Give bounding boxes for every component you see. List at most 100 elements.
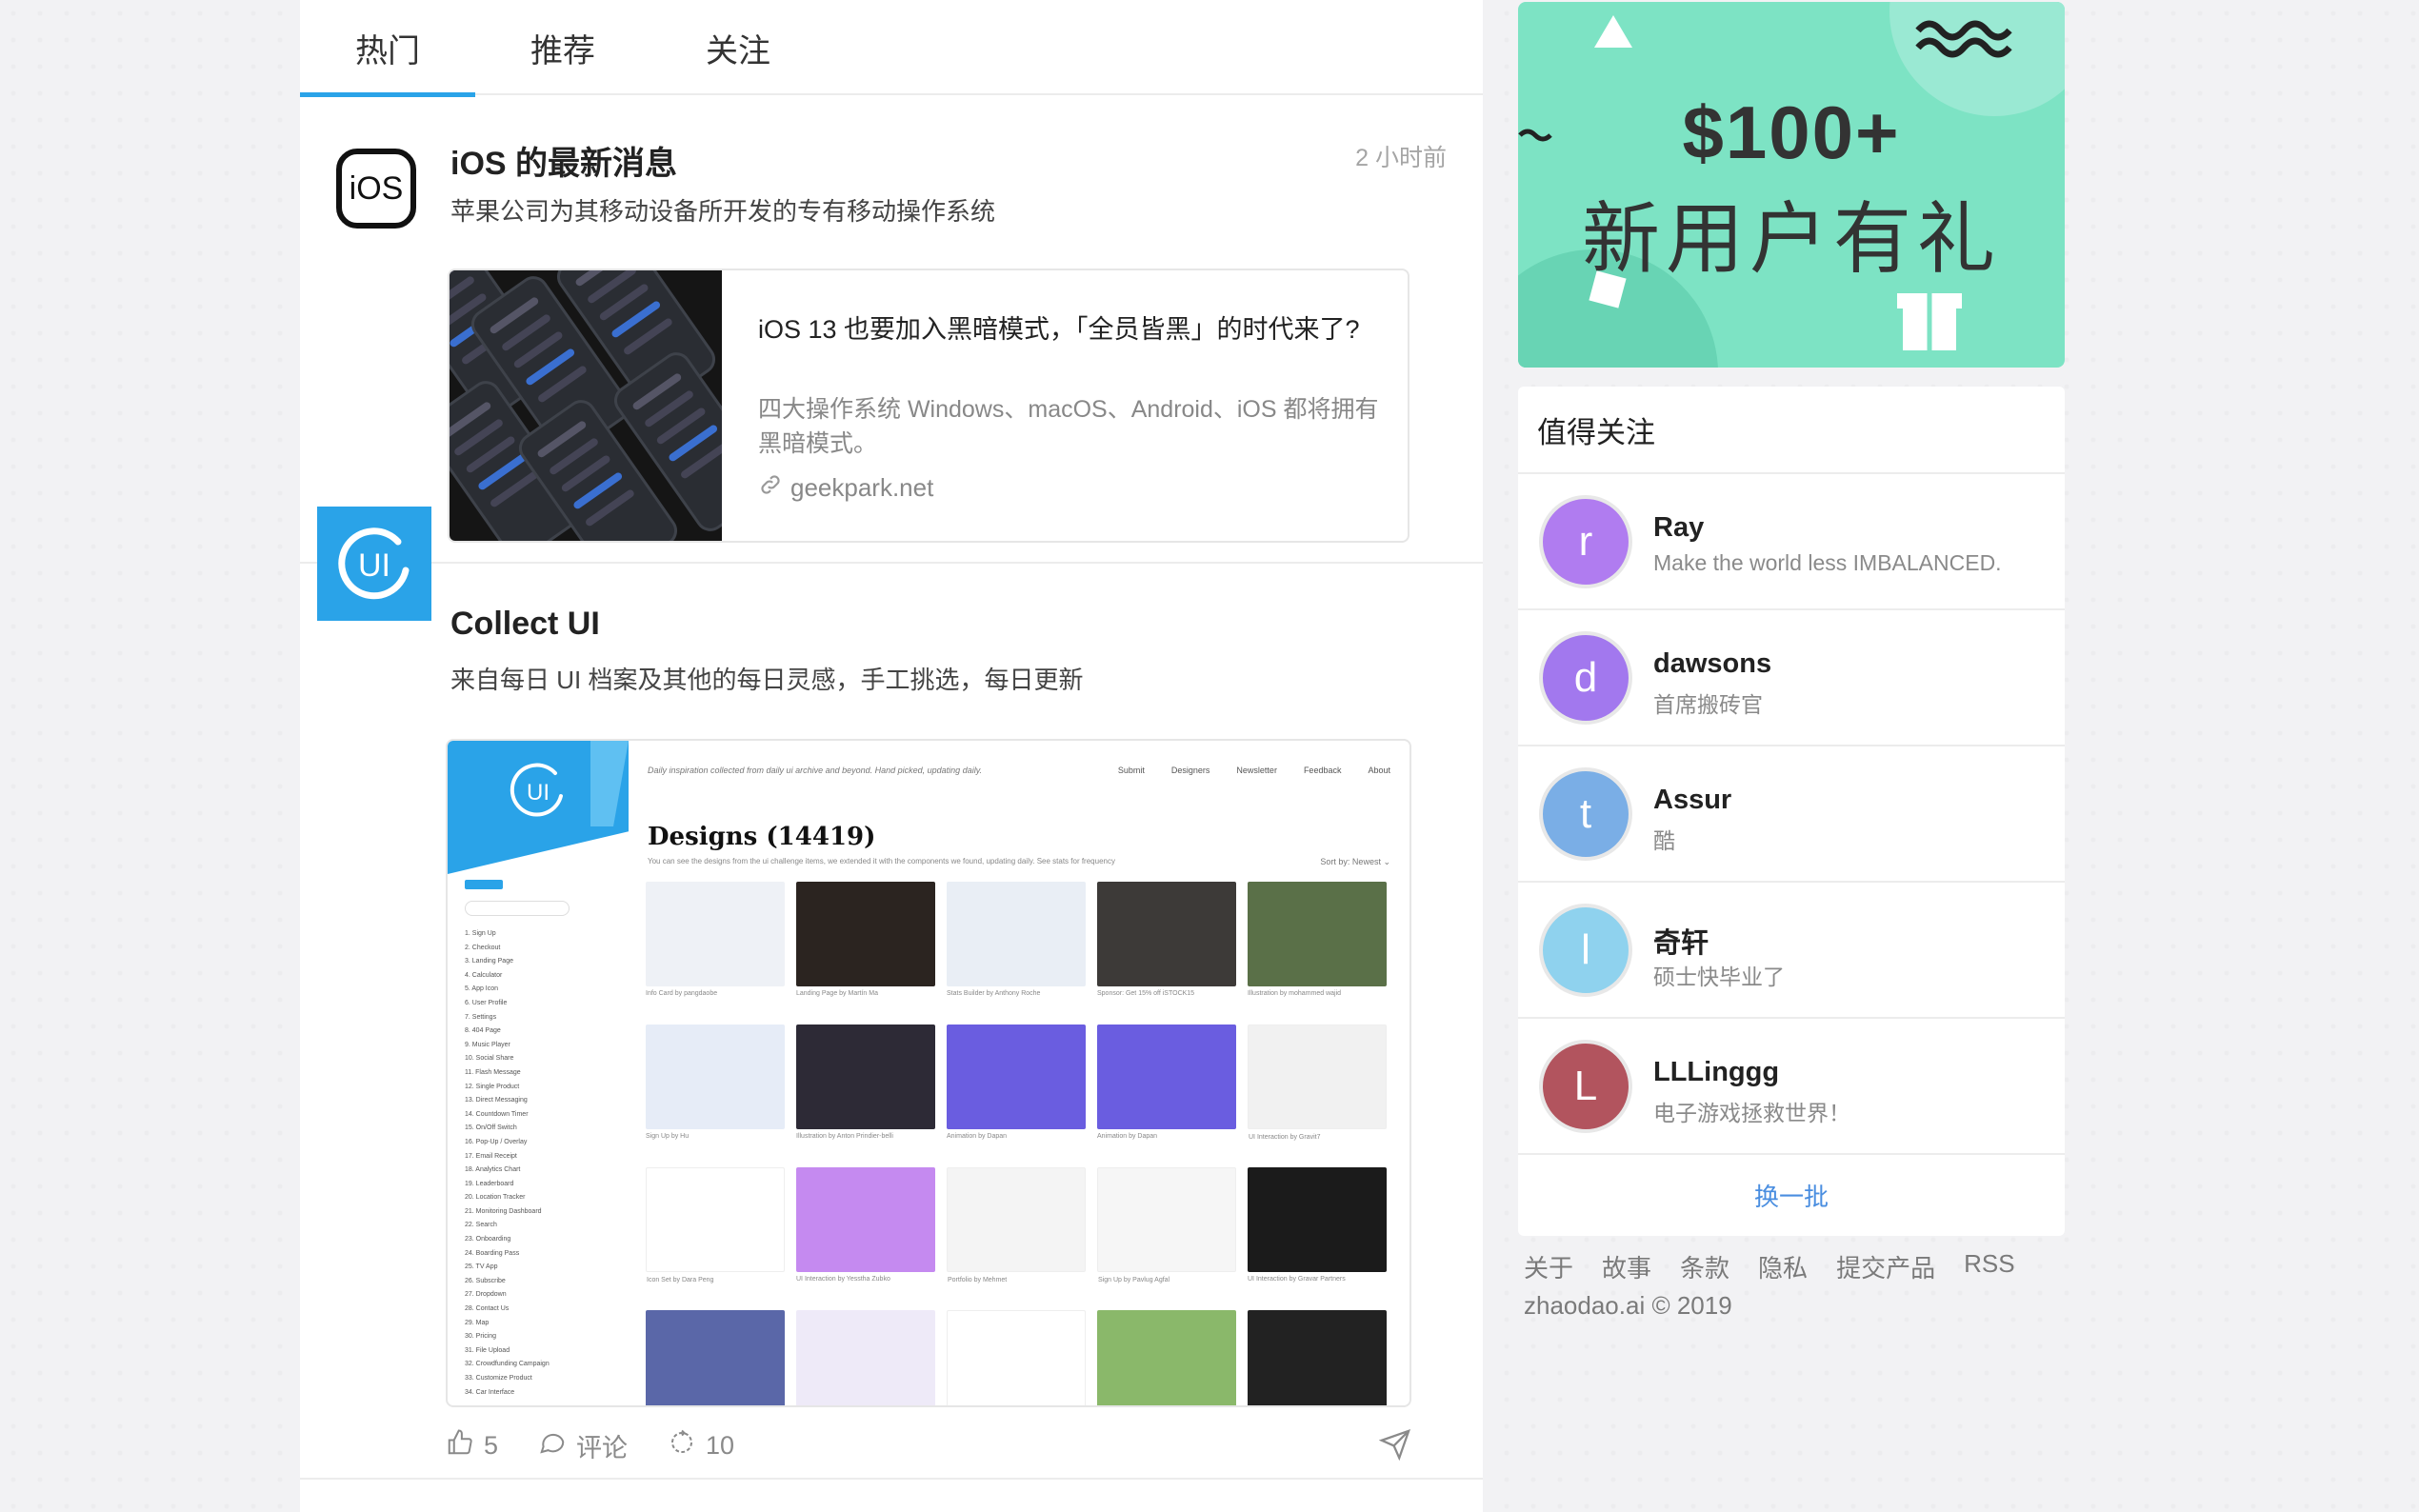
user-name[interactable]: LLLinggg — [1653, 1057, 1779, 1088]
design-thumbnail: UI Interaction by Gravar Partners — [1248, 1167, 1387, 1283]
shot-category-item: 14. Countdown Timer — [465, 1110, 529, 1118]
shot-category-item: 29. Map — [465, 1319, 490, 1326]
link-title: iOS 13 也要加入黑暗模式，「全员皆黑」的时代来了? — [758, 315, 1360, 344]
design-thumbnail: Animation by Dapan — [947, 1025, 1086, 1140]
shot-category-item: 33. Customize Product — [465, 1375, 532, 1382]
comment-label: 评论 — [576, 1433, 629, 1462]
avatar[interactable]: t — [1539, 767, 1632, 861]
design-caption: Illustration by mohammed wajid — [1248, 990, 1342, 997]
design-caption: Animation by Dapan — [1097, 1133, 1158, 1140]
design-caption: Landing Page by Martín Ma — [796, 990, 878, 997]
paper-plane-icon — [1378, 1428, 1411, 1466]
svg-text:UI: UI — [527, 780, 550, 806]
design-thumbnail — [1248, 1310, 1387, 1405]
panel-title: 值得关注 — [1518, 387, 2065, 474]
footer-link-privacy[interactable]: 隐私 — [1758, 1249, 1808, 1284]
design-thumbnail — [646, 1310, 785, 1405]
shot-category-item: 16. Pop-Up / Overlay — [465, 1138, 528, 1145]
user-name[interactable]: 奇轩 — [1653, 921, 1709, 961]
footer-link-rss[interactable]: RSS — [1964, 1249, 2014, 1284]
shot-category-item: 15. On/Off Switch — [465, 1124, 517, 1132]
promo-banner[interactable]: $100+ 新用户有礼 — [1518, 2, 2065, 368]
shot-heading: Designs (14419) — [648, 823, 876, 851]
design-caption: Sponsor: Get 15% off iSTOCK15 — [1097, 990, 1195, 997]
user-row[interactable]: r Ray Make the world less IMBALANCED. — [1518, 474, 2065, 610]
shot-nav-item: Designers — [1170, 766, 1210, 775]
footer-links: 关于 故事 条款 隐私 提交产品 RSS — [1524, 1249, 2015, 1284]
shot-category-item: 7. Settings — [465, 1013, 497, 1021]
post-screenshot[interactable]: UI Daily inspiration collected from dail… — [446, 739, 1411, 1407]
footer-link-submit[interactable]: 提交产品 — [1836, 1249, 1935, 1284]
user-name[interactable]: Assur — [1653, 785, 1731, 816]
user-bio: 首席搬砖官 — [1653, 692, 1763, 717]
footer-link-story[interactable]: 故事 — [1602, 1249, 1651, 1284]
design-thumbnail: Illustration by mohammed wajid — [1248, 882, 1387, 997]
shot-category-item: 18. Analytics Chart — [465, 1166, 521, 1174]
shot-sort: Sort by: Newest ⌄ — [1320, 857, 1390, 866]
footer-link-about[interactable]: 关于 — [1524, 1249, 1573, 1284]
design-thumbnail: UI Interaction by Yesstha Zubko — [796, 1167, 935, 1283]
link-preview-card[interactable]: iOS 13 也要加入黑暗模式，「全员皆黑」的时代来了? 四大操作系统 Wind… — [448, 269, 1409, 543]
user-row[interactable]: L LLLinggg 电子游戏拯救世界！ — [1518, 1019, 2065, 1155]
design-caption: Animation by Dapan — [947, 1133, 1008, 1140]
share-button[interactable] — [1378, 1428, 1411, 1467]
post-ios: iOS iOS 的最新消息 苹果公司为其移动设备所开发的专有移动操作系统 2 小… — [300, 95, 1483, 564]
design-caption: Illustration by Anton Prindier-belli — [796, 1133, 893, 1140]
shot-tagline: Daily inspiration collected from daily u… — [648, 766, 983, 775]
shot-category-item: 27. Dropdown — [465, 1291, 507, 1299]
shot-category-item: 32. Crowdfunding Campaign — [465, 1361, 550, 1368]
shot-category-list: 1. Sign Up 2. Checkout 3. Landing Page 4. C… — [465, 927, 617, 1400]
user-bio: 酷 — [1653, 828, 1675, 853]
tab-recommended[interactable]: 推荐 — [475, 0, 650, 95]
post-title[interactable]: Collect UI — [450, 606, 600, 643]
comment-icon — [538, 1428, 567, 1463]
design-thumbnail: Icon Set by Dara Peng — [646, 1167, 785, 1283]
refresh-batch-button[interactable]: 换一批 — [1518, 1155, 2065, 1235]
design-caption: Icon Set by Dara Peng — [647, 1277, 714, 1283]
user-row[interactable]: d dawsons 首席搬砖官 — [1518, 610, 2065, 746]
shot-nav-item: Feedback — [1303, 766, 1342, 775]
shot-nav-item: About — [1368, 766, 1390, 775]
link-domain: geekpark.net — [758, 472, 933, 504]
user-bio: 硕士快毕业了 — [1653, 965, 1785, 989]
user-name[interactable]: dawsons — [1653, 648, 1771, 680]
avatar[interactable]: r — [1539, 495, 1632, 588]
like-button[interactable]: 5 — [446, 1428, 498, 1463]
user-row[interactable]: l 奇轩硕士快毕业了 — [1518, 883, 2065, 1019]
svg-text:UI: UI — [358, 547, 390, 584]
tab-hot[interactable]: 热门 — [300, 0, 475, 97]
avatar[interactable]: l — [1539, 904, 1632, 997]
link-icon — [758, 472, 783, 504]
user-bio: 电子游戏拯救世界！ — [1653, 1101, 1850, 1125]
design-thumbnail — [1097, 1310, 1236, 1405]
shot-category-item: 9. Music Player — [465, 1041, 510, 1048]
ios-topic-avatar[interactable]: iOS — [336, 149, 416, 229]
comment-button[interactable]: 评论 — [538, 1427, 628, 1464]
shot-nav: Submit Designers Newsletter Feedback Abo… — [1118, 766, 1390, 775]
design-thumbnail: Sign Up by Hu — [646, 1025, 785, 1140]
shot-search — [465, 901, 570, 916]
collect-ui-avatar[interactable]: UI — [317, 507, 431, 621]
shot-category-item: 21. Monitoring Dashboard — [465, 1207, 542, 1215]
footer-link-terms[interactable]: 条款 — [1680, 1249, 1729, 1284]
shot-subtitle: You can see the designs from the ui chal… — [648, 857, 1115, 865]
design-caption: Sign Up by Pavlug Agfal — [1098, 1277, 1170, 1283]
link-description: 四大操作系统 Windows、macOS、Android、iOS 都将拥有黑暗模… — [758, 396, 1379, 457]
design-thumbnail: Animation by Dapan — [1097, 1025, 1236, 1140]
repost-button[interactable]: 10 — [668, 1428, 734, 1463]
user-name[interactable]: Ray — [1653, 512, 1704, 544]
shot-category-item: 25. TV App — [465, 1263, 498, 1271]
post-actions: 5 评论 10 — [446, 1424, 1411, 1466]
tab-following[interactable]: 关注 — [650, 0, 826, 95]
design-caption: Stats Builder by Anthony Roche — [947, 990, 1041, 997]
user-bio: Make the world less IMBALANCED. — [1653, 550, 2002, 575]
design-thumbnail: Portfolio by Mehmet — [947, 1167, 1086, 1283]
post-title[interactable]: iOS 的最新消息 — [450, 137, 677, 184]
shot-nav-item: Submit — [1117, 766, 1145, 775]
user-row[interactable]: t Assur 酷 — [1518, 746, 2065, 883]
post-description: 苹果公司为其移动设备所开发的专有移动操作系统 — [450, 197, 996, 226]
shot-follow-button — [465, 880, 503, 889]
avatar[interactable]: d — [1539, 631, 1632, 725]
avatar[interactable]: L — [1539, 1040, 1632, 1133]
shot-category-item: 12. Single Product — [465, 1083, 520, 1090]
